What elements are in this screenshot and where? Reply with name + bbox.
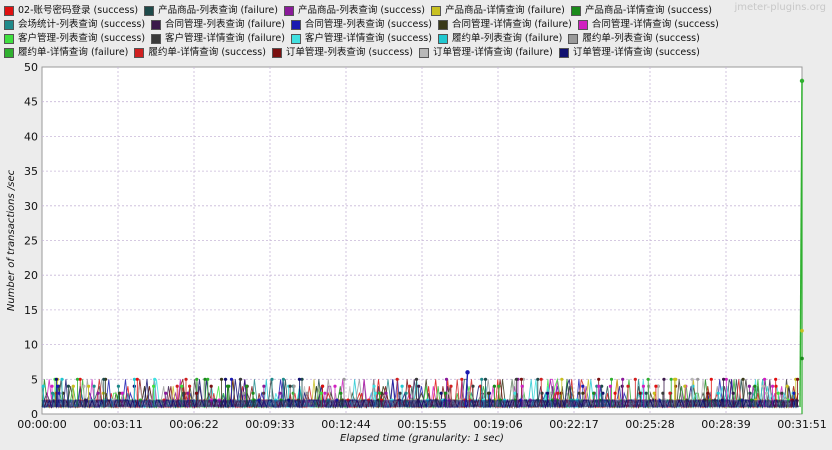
- legend-item: 订单管理-列表查询 (success): [271, 46, 413, 60]
- legend-label: 订单管理-列表查询 (success): [285, 47, 413, 58]
- legend-swatch: [577, 20, 588, 30]
- y-axis-title: Number of transactions /sec: [6, 169, 17, 311]
- legend-label: 合同管理-列表查询 (success): [304, 19, 432, 30]
- y-tick-label: 25: [24, 235, 38, 248]
- y-tick-label: 30: [24, 200, 38, 213]
- legend-row: 会场统计-列表查询 (success) 合同管理-列表查询 (failure) 合同…: [4, 18, 824, 32]
- legend-swatch: [290, 34, 301, 44]
- legend-item: 合同管理-详情查询 (failure): [437, 18, 572, 32]
- legend-swatch: [558, 48, 569, 58]
- baseline-band: [42, 400, 798, 408]
- legend-label: 客户管理-列表查询 (success): [18, 33, 146, 44]
- y-tick-label: 35: [24, 165, 38, 178]
- legend-item: 合同管理-列表查询 (success): [290, 18, 432, 32]
- chart-legend: 02-账号密码登录 (success) 产品商品-列表查询 (failure) 产品…: [4, 4, 824, 60]
- legend-swatch: [4, 48, 14, 58]
- legend-row: 客户管理-列表查询 (success) 客户管理-详情查询 (failure) 客户…: [4, 32, 824, 46]
- legend-swatch: [4, 34, 14, 44]
- legend-label: 合同管理-详情查询 (success): [591, 19, 719, 30]
- legend-item: 客户管理-详情查询 (failure): [151, 32, 285, 46]
- legend-item: 产品商品-列表查询 (success): [283, 4, 426, 18]
- legend-swatch: [134, 48, 145, 58]
- x-tick-label: 00:15:55: [397, 418, 446, 431]
- notable-point: [465, 370, 470, 375]
- legend-swatch: [568, 34, 579, 44]
- legend-swatch: [431, 6, 442, 16]
- legend-swatch: [437, 34, 448, 44]
- watermark: jmeter-plugins.org: [734, 2, 826, 13]
- legend-item: 订单管理-详情查询 (success): [558, 46, 700, 60]
- legend-swatch: [271, 48, 282, 58]
- legend-item: 履约单-详情查询 (failure): [4, 46, 128, 60]
- legend-item: 02-账号密码登录 (success): [4, 4, 138, 18]
- legend-label: 履约单-列表查询 (success): [582, 33, 700, 44]
- legend-item: 履约单-列表查询 (success): [568, 32, 700, 46]
- legend-swatch: [570, 6, 581, 16]
- legend-label: 产品商品-列表查询 (success): [297, 5, 426, 16]
- legend-item: 产品商品-详情查询 (success): [570, 4, 712, 18]
- legend-swatch: [144, 6, 155, 16]
- legend-label: 履约单-列表查询 (failure): [451, 33, 563, 44]
- legend-row: 履约单-详情查询 (failure) 履约单-详情查询 (success) 订单管理…: [4, 46, 824, 60]
- x-axis-title: Elapsed time (granularity: 1 sec): [340, 433, 504, 444]
- legend-item: 客户管理-详情查询 (success): [290, 32, 432, 46]
- legend-label: 02-账号密码登录 (success): [18, 5, 139, 16]
- legend-label: 合同管理-详情查询 (failure): [451, 19, 572, 30]
- legend-item: 产品商品-列表查询 (failure): [144, 4, 278, 18]
- x-tick-label: 00:22:17: [549, 418, 598, 431]
- legend-item: 合同管理-详情查询 (success): [577, 18, 719, 32]
- x-tick-label: 00:06:22: [169, 418, 218, 431]
- legend-item: 履约单-详情查询 (success): [134, 46, 266, 60]
- y-tick-label: 10: [24, 339, 38, 352]
- chart-container: 0 5 10 15 20 25 30 35 40 45 50 00:00:00 00:03:11 00:0…: [0, 0, 832, 446]
- legend-label: 产品商品-详情查询 (success): [584, 5, 712, 16]
- legend-label: 合同管理-列表查询 (failure): [165, 19, 285, 30]
- x-tick-label: 00:31:51: [777, 418, 826, 431]
- legend-item: 合同管理-列表查询 (failure): [151, 18, 285, 32]
- end-point: [800, 328, 804, 333]
- y-tick-label: 45: [24, 96, 38, 109]
- x-tick-label: 00:19:06: [473, 418, 522, 431]
- x-tick-label: 00:25:28: [625, 418, 674, 431]
- legend-item: 产品商品-详情查询 (failure): [431, 4, 565, 18]
- legend-swatch: [283, 6, 294, 16]
- legend-item: 会场统计-列表查询 (success): [4, 18, 145, 32]
- legend-swatch: [4, 20, 14, 30]
- legend-label: 客户管理-详情查询 (success): [304, 33, 432, 44]
- x-tick-label: 00:00:00: [17, 418, 66, 431]
- y-tick-label: 15: [24, 304, 38, 317]
- y-tick-label: 20: [24, 269, 38, 282]
- legend-label: 订单管理-详情查询 (success): [572, 47, 700, 58]
- legend-swatch: [418, 48, 429, 58]
- y-tick-label: 50: [24, 61, 38, 74]
- legend-row: 02-账号密码登录 (success) 产品商品-列表查询 (failure) 产品…: [4, 4, 824, 18]
- legend-label: 履约单-详情查询 (success): [148, 47, 266, 58]
- y-tick-label: 40: [24, 130, 38, 143]
- legend-swatch: [151, 20, 162, 30]
- legend-swatch: [151, 34, 162, 44]
- end-point: [800, 356, 804, 361]
- x-tick-label: 00:03:11: [93, 418, 142, 431]
- legend-label: 产品商品-列表查询 (failure): [158, 5, 278, 16]
- legend-label: 履约单-详情查询 (failure): [18, 47, 129, 58]
- y-tick-label: 5: [31, 373, 38, 386]
- legend-item: 客户管理-列表查询 (success): [4, 32, 145, 46]
- legend-label: 产品商品-详情查询 (failure): [445, 5, 565, 16]
- legend-swatch: [4, 6, 14, 16]
- legend-item: 履约单-列表查询 (failure): [437, 32, 563, 46]
- legend-swatch: [437, 20, 448, 30]
- legend-label: 订单管理-详情查询 (failure): [432, 47, 553, 58]
- x-tick-label: 00:12:44: [321, 418, 370, 431]
- x-tick-label: 00:09:33: [245, 418, 294, 431]
- legend-label: 客户管理-详情查询 (failure): [165, 33, 285, 44]
- legend-label: 会场统计-列表查询 (success): [18, 19, 146, 30]
- chart-canvas: 0510152025303540455000:00:00 00:03:11 00:0…: [6, 61, 827, 444]
- legend-swatch: [290, 20, 301, 30]
- legend-item: 订单管理-详情查询 (failure): [418, 46, 553, 60]
- x-tick-label: 00:28:39: [701, 418, 750, 431]
